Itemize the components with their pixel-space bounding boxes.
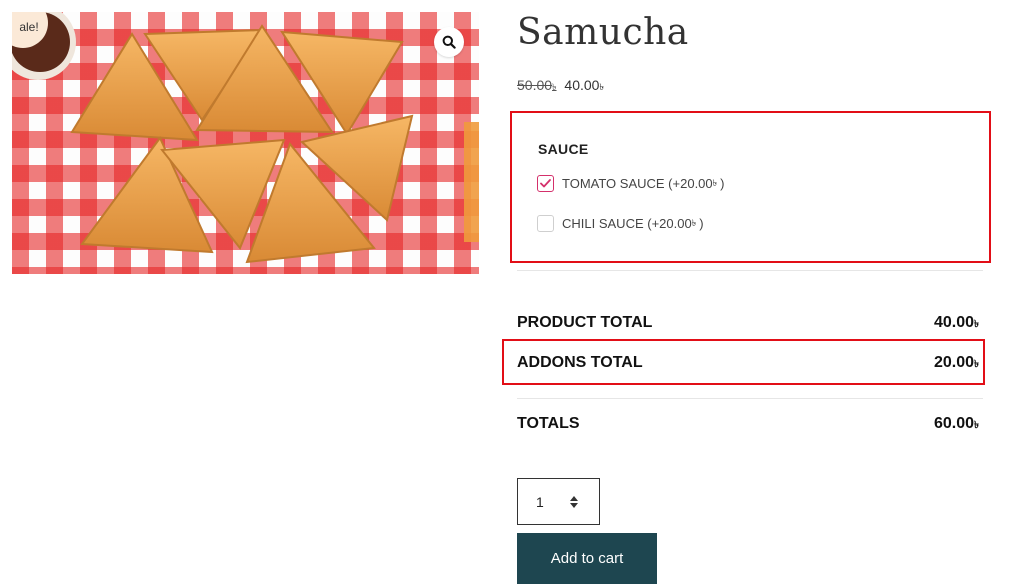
sale-badge-text: ale! xyxy=(19,20,39,34)
addons-total-row: ADDONS TOTAL 20.00৳ xyxy=(517,354,979,374)
addons-total-currency: ৳ xyxy=(974,359,979,370)
addons-total-value: 20.00 xyxy=(933,354,975,371)
product-total-currency: ৳ xyxy=(974,319,979,330)
add-to-cart-button[interactable]: Add to cart xyxy=(517,533,657,584)
tomato-label: TOMATO SAUCE (+20.00 xyxy=(562,176,713,191)
magnifier-icon xyxy=(442,35,456,49)
chili-currency: ৳ xyxy=(691,218,697,228)
tomato-checkbox[interactable] xyxy=(537,175,554,192)
product-total-value: 40.00 xyxy=(933,314,975,331)
grand-total-row: TOTALS 60.00৳ xyxy=(517,415,979,435)
addon-option-chili[interactable]: CHILI SAUCE (+20.00 ৳) xyxy=(537,215,704,232)
chili-suffix: ) xyxy=(699,216,704,231)
sale-price: 40.00৳ xyxy=(564,77,604,93)
grand-total-currency: ৳ xyxy=(974,420,979,431)
zoom-button[interactable] xyxy=(434,27,464,57)
divider xyxy=(517,398,983,399)
product-price: 50.00৳ 40.00৳ xyxy=(517,77,604,95)
divider xyxy=(517,270,983,271)
addon-heading: SAUCE xyxy=(538,141,589,157)
old-price-currency: ৳ xyxy=(552,82,557,92)
grand-total-value: 60.00 xyxy=(933,415,975,432)
addons-total-amount: 20.00৳ xyxy=(934,354,979,374)
quantity-value: 1 xyxy=(536,493,544,510)
product-total-label: PRODUCT TOTAL xyxy=(517,314,653,331)
addon-option-tomato[interactable]: TOMATO SAUCE (+20.00 ৳) xyxy=(537,175,724,192)
old-price: 50.00৳ xyxy=(517,77,557,93)
samosa-illustration xyxy=(12,12,479,264)
chili-checkbox[interactable] xyxy=(537,215,554,232)
quantity-stepper[interactable] xyxy=(568,494,580,510)
sale-price-currency: ৳ xyxy=(599,82,604,92)
addons-total-label: ADDONS TOTAL xyxy=(517,354,643,371)
quantity-input[interactable]: 1 xyxy=(517,478,600,525)
checkmark-icon xyxy=(540,179,551,188)
tomato-currency: ৳ xyxy=(712,178,718,188)
grand-total-label: TOTALS xyxy=(517,415,580,432)
product-title: Samucha xyxy=(517,12,689,53)
tomato-suffix: ) xyxy=(720,176,725,191)
sale-price-value: 40.00 xyxy=(564,77,600,93)
product-total-amount: 40.00৳ xyxy=(934,314,979,334)
grand-total-amount: 60.00৳ xyxy=(934,415,979,435)
old-price-value: 50.00 xyxy=(517,77,553,93)
product-image[interactable]: ale! xyxy=(12,12,479,274)
chili-label: CHILI SAUCE (+20.00 xyxy=(562,216,692,231)
up-down-arrows-icon xyxy=(570,496,578,508)
product-total-row: PRODUCT TOTAL 40.00৳ xyxy=(517,314,979,334)
